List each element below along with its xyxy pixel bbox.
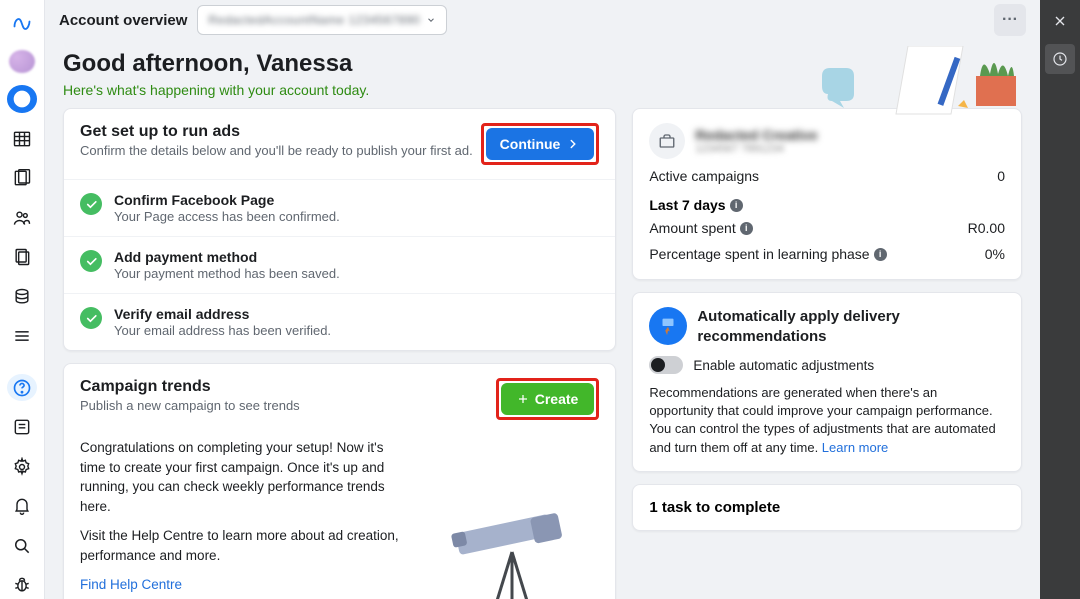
info-icon[interactable]: i [730,199,743,212]
briefcase-icon [649,123,685,159]
setup-item-title: Add payment method [114,249,340,265]
create-highlight: Create [496,378,600,420]
auto-adjustments-toggle[interactable] [649,356,683,374]
nav-billing-icon[interactable] [7,283,37,311]
toggle-label: Enable automatic adjustments [693,358,874,373]
plus-icon [517,393,529,405]
nav-bug-icon[interactable] [7,572,37,599]
content-area: Good afternoon, Vanessa Here's what's ha… [45,40,1040,599]
greeting-subtitle: Here's what's happening with your accoun… [63,82,1022,98]
nav-menu-icon[interactable] [7,322,37,350]
stat-last7-label: Last 7 days [649,197,725,213]
nav-ads-icon[interactable] [7,164,37,192]
account-name: Redacted Creative [695,127,817,143]
check-circle-icon [80,307,102,329]
check-circle-icon [80,193,102,215]
nav-search-icon[interactable] [7,532,37,560]
stat-active-campaigns-label: Active campaigns [649,168,759,184]
nav-overview-icon[interactable] [7,85,37,113]
info-icon[interactable]: i [740,222,753,235]
nav-notifications-icon[interactable] [7,493,37,521]
chevron-down-icon [426,15,436,25]
nav-campaigns-icon[interactable] [7,125,37,153]
trends-card-subtitle: Publish a new campaign to see trends [80,398,300,413]
setup-item-desc: Your payment method has been saved. [114,266,340,281]
setup-item: Verify email address Your email address … [64,293,615,350]
trends-para1: Congratulations on completing your setup… [80,438,402,516]
continue-button[interactable]: Continue [486,128,595,160]
main-column: Account overview RedactedAccountName 123… [45,0,1040,599]
stat-active-campaigns-value: 0 [997,168,1005,184]
nav-help-icon[interactable] [7,374,37,402]
continue-highlight: Continue [481,123,600,165]
account-id: 1234567 7891234 [695,143,817,155]
info-icon[interactable]: i [874,248,887,261]
learn-more-link[interactable]: Learn more [822,440,888,455]
close-panel-button[interactable] [1045,6,1075,36]
stat-learning-value: 0% [985,246,1005,262]
setup-item-title: Verify email address [114,306,331,322]
auto-card-description: Recommendations are generated when there… [649,384,1005,457]
setup-item-title: Confirm Facebook Page [114,192,340,208]
account-selector-label: RedactedAccountName 1234567890 [208,13,420,27]
trends-para2: Visit the Help Centre to learn more abou… [80,526,402,565]
stat-amount-spent-value: R0.00 [968,220,1005,236]
clock-icon [1052,51,1068,67]
automation-icon [649,307,687,345]
trends-card: Campaign trends Publish a new campaign t… [63,363,616,599]
telescope-illustration [437,497,587,599]
auto-recommendations-card: Automatically apply delivery recommendat… [632,292,1022,472]
setup-item-desc: Your email address has been verified. [114,323,331,338]
create-label: Create [535,391,579,407]
more-options-button[interactable]: ··· [994,4,1026,36]
user-avatar[interactable] [9,50,35,74]
continue-label: Continue [500,136,561,152]
setup-item-desc: Your Page access has been confirmed. [114,209,340,224]
setup-item: Add payment method Your payment method h… [64,236,615,293]
greeting-title: Good afternoon, Vanessa [63,50,1022,78]
stat-amount-spent-label: Amount spent [649,220,735,236]
create-button[interactable]: Create [501,383,595,415]
auto-card-title: Automatically apply delivery recommendat… [697,307,1005,346]
chevron-right-icon [566,137,580,151]
nav-settings-icon[interactable] [7,453,37,481]
account-selector[interactable]: RedactedAccountName 1234567890 [197,5,447,35]
right-rail [1040,0,1080,599]
page-title: Account overview [59,12,187,29]
account-stats-card: Redacted Creative 1234567 7891234 Active… [632,108,1022,280]
close-icon [1052,13,1068,29]
stat-learning-label: Percentage spent in learning phase [649,246,869,262]
meta-logo-icon[interactable] [7,10,37,38]
top-bar: Account overview RedactedAccountName 123… [45,0,1040,40]
setup-card: Get set up to run ads Confirm the detail… [63,108,616,351]
trends-card-title: Campaign trends [80,378,300,396]
tasks-card: 1 task to complete [632,484,1022,531]
check-circle-icon [80,250,102,272]
nav-reporting-icon[interactable] [7,243,37,271]
activity-history-button[interactable] [1045,44,1075,74]
setup-card-title: Get set up to run ads [80,123,473,141]
setup-card-subtitle: Confirm the details below and you'll be … [80,143,473,158]
nav-news-icon[interactable] [7,413,37,441]
left-nav-rail [0,0,45,599]
nav-audiences-icon[interactable] [7,204,37,232]
tasks-card-title: 1 task to complete [649,499,1005,516]
setup-item: Confirm Facebook Page Your Page access h… [64,179,615,236]
